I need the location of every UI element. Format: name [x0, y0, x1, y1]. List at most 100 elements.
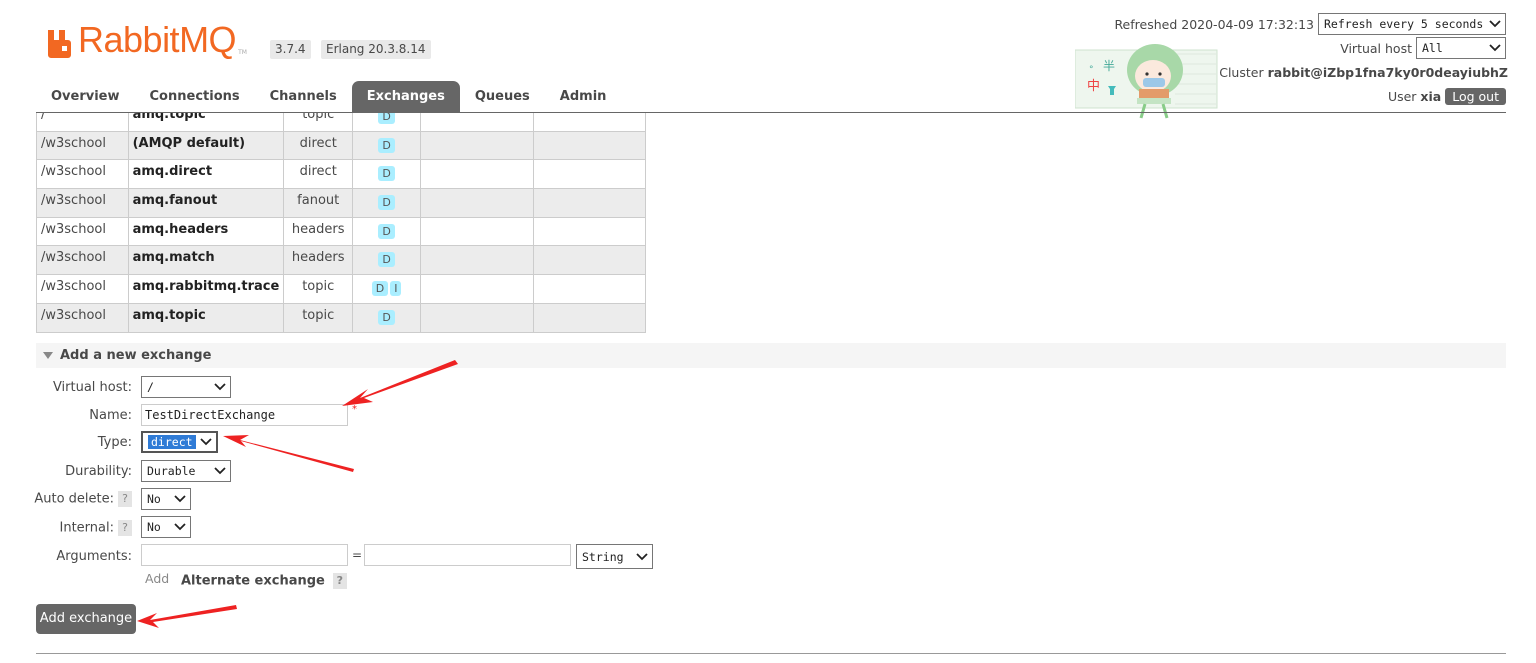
internal-field-label: Internal:? — [60, 520, 132, 536]
alternate-exchange-label: Alternate exchange — [181, 573, 325, 589]
exchange-type-cell: headers — [283, 245, 354, 276]
chevron-down-icon — [214, 467, 226, 475]
rate-out-cell — [532, 274, 647, 304]
svg-text:中: 中 — [1087, 79, 1100, 94]
exchange-name-cell[interactable]: amq.direct — [127, 159, 285, 190]
refresh-interval-select[interactable]: Refresh every 5 seconds — [1318, 13, 1506, 35]
argument-key-input[interactable] — [141, 544, 348, 566]
exchange-name-cell[interactable]: amq.match — [127, 245, 285, 276]
cluster-label: Cluster — [1219, 64, 1264, 80]
logout-button[interactable]: Log out — [1445, 87, 1506, 105]
help-icon[interactable]: ? — [332, 573, 347, 589]
tab-queues[interactable]: Queues — [460, 81, 545, 112]
exchange-features-cell: D — [352, 159, 422, 190]
exchange-name-input[interactable]: TestDirectExchange — [141, 404, 348, 426]
exchange-vhost-cell: /w3school — [36, 216, 129, 247]
exchange-type-cell: topic — [283, 302, 354, 333]
argument-type-select[interactable]: String — [576, 544, 653, 569]
argument-value-input[interactable] — [364, 544, 571, 566]
svg-text:半: 半 — [1103, 59, 1115, 73]
durable-badge: D — [378, 252, 395, 268]
argument-type-value: String — [582, 549, 624, 564]
tab-divider — [36, 112, 1506, 113]
refreshed-timestamp: Refreshed 2020-04-09 17:32:13 — [1114, 16, 1314, 32]
refresh-interval-value: Refresh every 5 seconds — [1324, 17, 1484, 31]
exchange-name-cell[interactable]: amq.topic — [127, 302, 285, 333]
chevron-down-icon — [214, 383, 226, 391]
exchanges-table: / amq.topic topic D/w3school (AMQP default) d… — [36, 102, 647, 333]
exchange-row[interactable]: /w3school amq.direct direct D — [36, 159, 647, 190]
rabbitmq-logo[interactable]: RabbitMQ TM — [46, 22, 247, 58]
exchange-features-cell: D — [352, 130, 422, 161]
section-title: Add a new exchange — [60, 348, 212, 363]
exchange-row[interactable]: /w3school amq.match headers D — [36, 245, 647, 276]
rate-in-cell — [420, 274, 534, 304]
add-exchange-section-header[interactable]: Add a new exchange — [36, 343, 1506, 368]
auto-delete-select[interactable]: No — [141, 488, 191, 510]
exchange-features-cell: D — [352, 216, 422, 247]
chevron-down-icon — [1489, 20, 1501, 28]
tab-channels[interactable]: Channels — [255, 81, 352, 112]
exchange-type-cell: fanout — [283, 188, 354, 218]
tab-admin[interactable]: Admin — [545, 81, 622, 112]
tab-connections[interactable]: Connections — [135, 81, 255, 112]
annotation-arrow-submit — [137, 605, 237, 628]
rate-in-cell — [420, 159, 534, 190]
durable-badge: D — [378, 195, 395, 211]
user-name: xia — [1420, 88, 1442, 104]
exchange-type-value: direct — [148, 435, 196, 449]
exchange-row[interactable]: /w3school amq.topic topic D — [36, 302, 647, 333]
exchange-row[interactable]: /w3school amq.rabbitmq.trace topic D I — [36, 274, 647, 304]
exchange-name-cell[interactable]: amq.fanout — [127, 188, 285, 218]
rate-out-cell — [532, 302, 647, 333]
help-icon[interactable]: ? — [118, 520, 132, 536]
tab-exchanges[interactable]: Exchanges — [351, 81, 460, 112]
virtual-host-select[interactable]: All — [1416, 37, 1506, 59]
chevron-down-icon — [174, 523, 186, 531]
exchange-features-cell: D — [352, 302, 422, 333]
exchange-row[interactable]: /w3school amq.headers headers D — [36, 216, 647, 247]
bottom-divider — [36, 653, 1506, 654]
durable-badge: D — [378, 223, 395, 239]
chevron-down-icon — [174, 495, 186, 503]
help-icon[interactable]: ? — [118, 491, 132, 507]
exchange-features-cell: DI — [352, 274, 422, 304]
status-panel: Refreshed 2020-04-09 17:32:13 Refresh ev… — [1114, 12, 1508, 108]
alternate-exchange-link[interactable]: Alternate exchange? — [181, 573, 347, 589]
exchange-features-cell: D — [352, 188, 422, 218]
brand-name: RabbitMQ — [78, 19, 237, 60]
exchange-name-cell[interactable]: (AMQP default) — [127, 130, 285, 161]
user-label: User — [1387, 88, 1417, 104]
durable-badge: D — [378, 309, 395, 325]
type-field-label: Type: — [97, 435, 132, 450]
trademark: TM — [238, 49, 247, 56]
tab-overview[interactable]: Overview — [36, 81, 135, 112]
exchange-row[interactable]: /w3school (AMQP default) direct D — [36, 130, 647, 161]
rabbit-logo-icon — [48, 30, 71, 58]
exchange-name-cell[interactable]: amq.headers — [127, 216, 285, 247]
rate-out-cell — [532, 159, 647, 190]
exchange-vhost-cell: /w3school — [36, 274, 129, 304]
required-marker: * — [352, 404, 357, 415]
durable-badge: D — [378, 166, 395, 182]
chevron-down-icon — [1489, 44, 1501, 52]
virtual-host-field-select[interactable]: / — [141, 376, 231, 398]
internal-label-text: Internal: — [59, 520, 114, 536]
exchange-type-cell: topic — [283, 274, 354, 304]
equals-sign: = — [352, 548, 363, 562]
internal-select[interactable]: No — [141, 516, 191, 538]
add-exchange-button[interactable]: Add exchange — [36, 604, 136, 634]
exchange-name-cell[interactable]: amq.rabbitmq.trace — [127, 274, 285, 304]
rate-in-cell — [420, 130, 534, 161]
add-argument-link[interactable]: Add — [145, 571, 169, 586]
rate-out-cell — [532, 188, 647, 218]
exchange-vhost-cell: /w3school — [36, 245, 129, 276]
internal-badge: I — [390, 281, 402, 297]
exchange-row[interactable]: /w3school amq.fanout fanout D — [36, 188, 647, 218]
durability-select[interactable]: Durable — [141, 460, 231, 482]
version-badge: 3.7.4 — [270, 40, 311, 59]
svg-text:°: ° — [1089, 65, 1094, 75]
auto-delete-field-label: Auto delete:? — [34, 491, 132, 507]
virtual-host-field-label: Virtual host: — [52, 380, 132, 395]
exchange-type-select[interactable]: direct — [141, 431, 218, 453]
